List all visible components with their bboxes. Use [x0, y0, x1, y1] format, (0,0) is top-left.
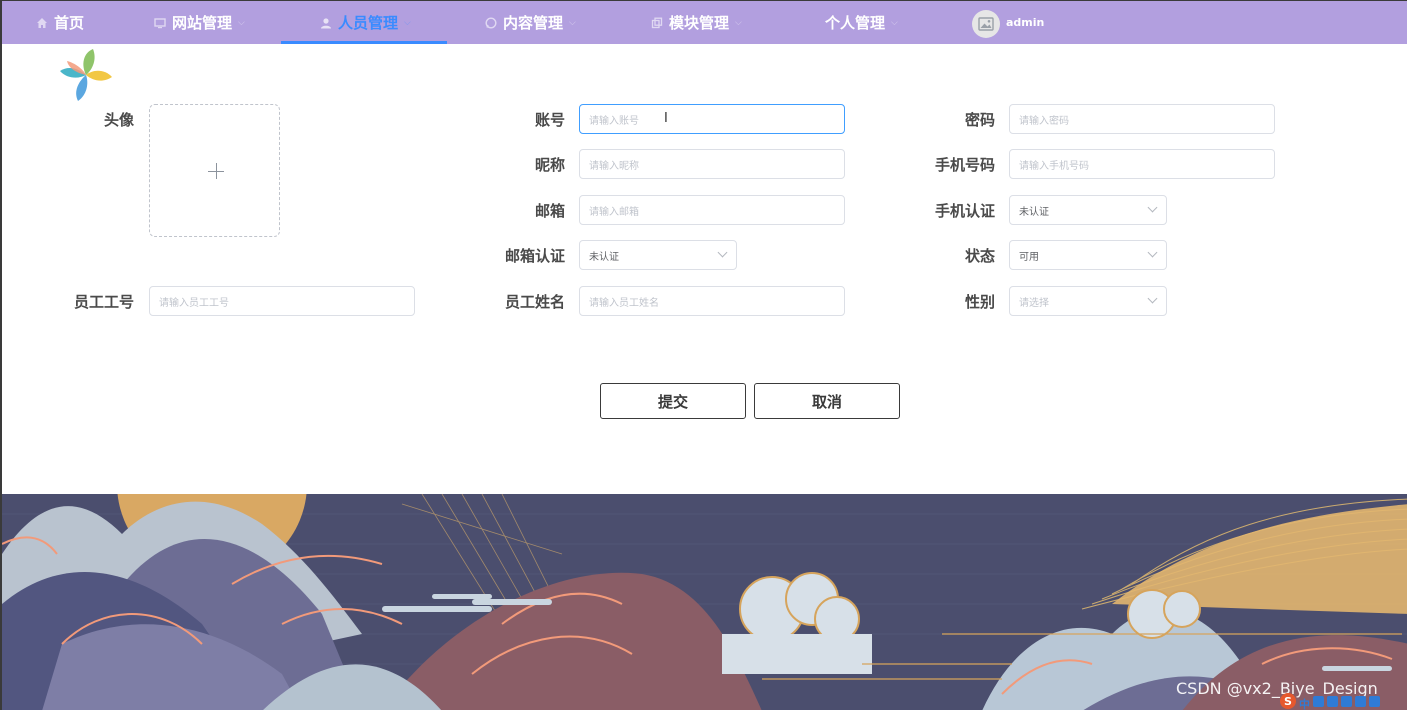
chevron-down-icon: [717, 247, 728, 258]
nav-website[interactable]: 网站管理 ⌵: [154, 1, 245, 44]
avatar-label: 头像: [103, 110, 134, 129]
microphone-icon[interactable]: [1327, 695, 1338, 707]
nav-module[interactable]: 模块管理 ⌵: [651, 1, 742, 44]
user-avatar[interactable]: [972, 10, 1000, 38]
image-icon: [978, 17, 994, 31]
ime-mode-label[interactable]: 中: [1299, 696, 1310, 710]
status-label: 状态: [964, 246, 995, 265]
grid-menu-icon[interactable]: [1369, 695, 1380, 707]
gender-label: 性别: [964, 292, 995, 311]
chevron-down-icon: ⌵: [569, 17, 576, 28]
top-nav: 首页 网站管理 ⌵ 人员管理 ⌵ 内容管理 ⌵ 模块管理 ⌵ 个人管理 ⌵ ad…: [2, 1, 1407, 44]
nav-module-label: 模块管理: [669, 14, 730, 32]
nav-personal-label: 个人管理: [825, 14, 886, 32]
copy-icon: [651, 17, 663, 28]
nav-home-label: 首页: [54, 14, 85, 32]
email-verify-value: 未认证: [589, 251, 619, 263]
chevron-down-icon: [1147, 247, 1158, 258]
chevron-down-icon: ⌵: [404, 17, 411, 28]
phone-input[interactable]: 请输入手机号码: [1009, 149, 1275, 179]
phone-verify-select[interactable]: 未认证: [1009, 195, 1167, 225]
employee-no-label: 员工工号: [73, 292, 134, 311]
pinwheel-logo: [60, 49, 112, 101]
chevron-down-icon: ⌵: [735, 17, 742, 28]
nav-active-indicator: [281, 41, 447, 44]
account-input[interactable]: 请输入账号: [579, 104, 845, 134]
employee-no-input[interactable]: 请输入员工工号: [149, 286, 415, 316]
system-tray: S 中: [1280, 692, 1380, 710]
user-name[interactable]: admin: [1006, 1, 1044, 44]
chevron-down-icon: ⌵: [891, 17, 898, 28]
email-input[interactable]: 请输入邮箱: [579, 195, 845, 225]
cancel-button[interactable]: 取消: [754, 383, 900, 419]
nav-home[interactable]: 首页: [36, 1, 84, 44]
chevron-down-icon: [1147, 293, 1158, 304]
chevron-down-icon: ⌵: [238, 17, 245, 28]
chevron-down-icon: [1147, 202, 1158, 213]
nav-personal[interactable]: 个人管理 ⌵: [825, 1, 898, 44]
employee-name-label: 员工姓名: [504, 292, 565, 311]
nickname-label: 昵称: [534, 155, 565, 174]
app-frame: 首页 网站管理 ⌵ 人员管理 ⌵ 内容管理 ⌵ 模块管理 ⌵ 个人管理 ⌵ ad…: [0, 0, 1407, 710]
phone-verify-label: 手机认证: [934, 201, 995, 220]
shirt-icon[interactable]: [1355, 695, 1366, 707]
sogou-ime-icon[interactable]: S: [1280, 693, 1296, 709]
email-verify-select[interactable]: 未认证: [579, 240, 737, 270]
nav-staff-label: 人员管理: [338, 14, 399, 32]
password-input[interactable]: 请输入密码: [1009, 104, 1275, 134]
avatar-upload[interactable]: [149, 104, 280, 237]
phone-verify-value: 未认证: [1019, 206, 1049, 218]
status-value: 可用: [1019, 251, 1039, 263]
punctuation-icon[interactable]: [1313, 695, 1324, 707]
employee-name-input[interactable]: 请输入员工姓名: [579, 286, 845, 316]
landscape-banner: [2, 494, 1407, 710]
text-cursor-icon: I: [664, 111, 668, 126]
status-select[interactable]: 可用: [1009, 240, 1167, 270]
user-icon: [321, 17, 331, 28]
gender-placeholder: 请选择: [1019, 297, 1049, 309]
submit-button[interactable]: 提交: [600, 383, 746, 419]
nav-content[interactable]: 内容管理 ⌵: [485, 1, 576, 44]
password-label: 密码: [964, 110, 995, 129]
nav-staff[interactable]: 人员管理 ⌵: [320, 1, 411, 44]
home-icon: [37, 17, 47, 28]
keyboard-icon[interactable]: [1341, 695, 1352, 707]
chat-icon: [485, 16, 497, 29]
gender-select[interactable]: 请选择: [1009, 286, 1167, 316]
account-label: 账号: [534, 110, 565, 129]
nav-website-label: 网站管理: [172, 14, 233, 32]
email-verify-label: 邮箱认证: [504, 246, 565, 265]
nickname-input[interactable]: 请输入昵称: [579, 149, 845, 179]
nav-content-label: 内容管理: [503, 14, 564, 32]
monitor-icon: [154, 17, 166, 28]
phone-label: 手机号码: [934, 155, 995, 174]
email-label: 邮箱: [534, 201, 565, 220]
